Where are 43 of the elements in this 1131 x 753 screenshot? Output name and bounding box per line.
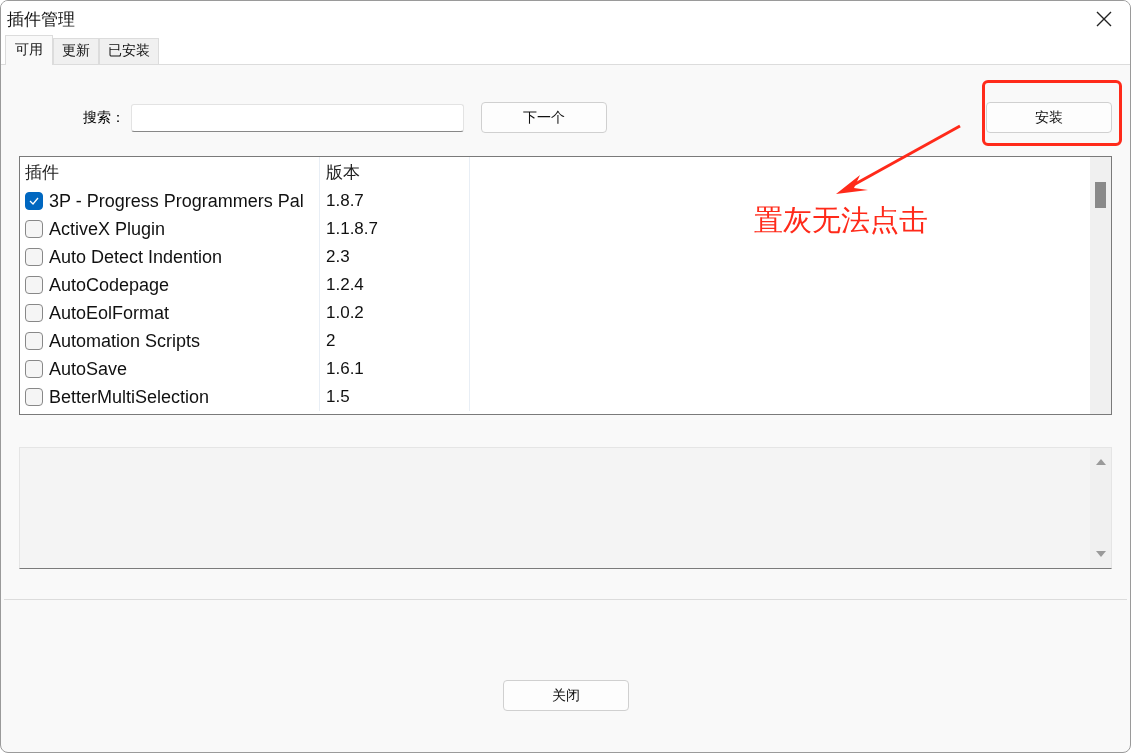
version-cell: 1.2.4: [320, 271, 470, 299]
checkbox[interactable]: [25, 192, 43, 210]
tab[interactable]: 已安装: [99, 38, 159, 64]
scrollbar[interactable]: [1090, 448, 1111, 568]
plugin-name: BetterMultiSelection: [49, 386, 210, 408]
checkbox[interactable]: [25, 388, 43, 406]
search-field[interactable]: [131, 103, 464, 132]
plugin-name: AutoCodepage: [49, 274, 170, 296]
close-icon[interactable]: [1096, 11, 1112, 27]
checkbox[interactable]: [25, 360, 43, 378]
tab[interactable]: 更新: [53, 38, 99, 64]
version-cell: 2: [320, 327, 470, 355]
plugin-name: AutoSave: [49, 358, 128, 380]
version-cell: 1.8.7: [320, 187, 470, 215]
scroll-up-icon[interactable]: [1095, 458, 1106, 466]
checkbox[interactable]: [25, 248, 43, 266]
version-cell: 1.0.2: [320, 299, 470, 327]
tab[interactable]: 可用: [5, 35, 53, 65]
checkbox[interactable]: [25, 220, 43, 238]
column-header[interactable]: 版本: [320, 157, 470, 187]
version-cell: 1.6.1: [320, 355, 470, 383]
checkbox[interactable]: [25, 276, 43, 294]
column-header[interactable]: 插件: [20, 157, 320, 187]
version-cell: 1.1.8.7: [320, 215, 470, 243]
version-cell: 1.5: [320, 383, 470, 411]
scroll-thumb[interactable]: [1095, 182, 1106, 208]
annotation-text: 置灰无法点击: [754, 202, 928, 239]
plugin-name: ActiveX Plugin: [49, 218, 166, 240]
close-button[interactable]: 关闭: [502, 680, 629, 711]
next-button[interactable]: 下一个: [481, 102, 607, 133]
search-label: 搜索：: [83, 108, 126, 127]
install-button[interactable]: 安装: [986, 102, 1112, 133]
plugin-name: Automation Scripts: [49, 330, 201, 352]
check-icon: [28, 195, 40, 207]
scroll-down-icon[interactable]: [1095, 550, 1106, 558]
checkbox[interactable]: [25, 332, 43, 350]
plugin-name: 3P - Progress Programmers Pal: [49, 190, 304, 212]
plugin-name: AutoEolFormat: [49, 302, 170, 324]
scrollbar[interactable]: [1090, 157, 1111, 414]
window-title: 插件管理: [7, 7, 75, 31]
checkbox[interactable]: [25, 304, 43, 322]
version-cell: 2.3: [320, 243, 470, 271]
plugin-name: Auto Detect Indention: [49, 246, 223, 268]
